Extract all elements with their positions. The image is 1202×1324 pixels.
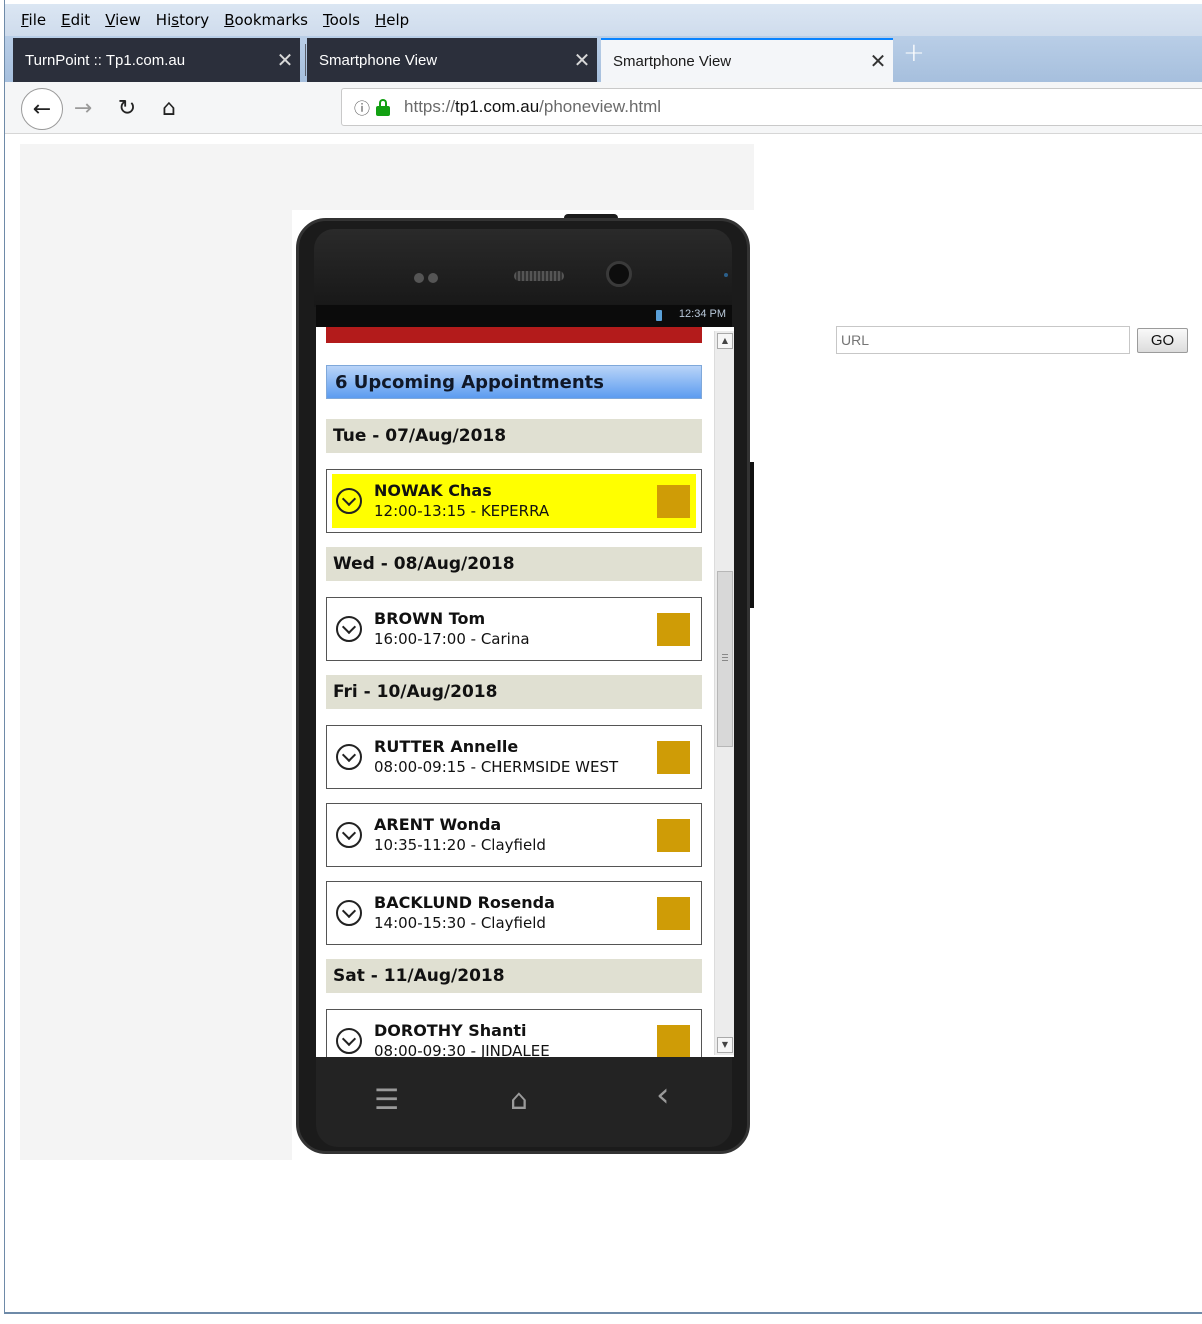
- back-icon[interactable]: ‹: [656, 1075, 670, 1115]
- go-button[interactable]: GO: [1137, 328, 1188, 353]
- tab-title: TurnPoint :: Tp1.com.au: [25, 51, 186, 69]
- navigation-bar: ← → ↻ ⌂ ⓘ https://tp1.com.au/phoneview.h…: [5, 82, 1202, 134]
- appointment-item[interactable]: BACKLUND Rosenda 14:00-15:30 - Clayfield: [326, 881, 702, 945]
- forward-button[interactable]: →: [65, 90, 101, 126]
- phone-nav-bar: ☰ ⌂ ‹: [316, 1057, 732, 1147]
- status-swatch: [657, 818, 690, 852]
- reload-button[interactable]: ↻: [109, 90, 145, 126]
- appointment-item[interactable]: BROWN Tom 16:00-17:00 - Carina: [326, 597, 702, 661]
- phone-screen: 6 Upcoming Appointments Tue - 07/Aug/201…: [316, 327, 734, 1057]
- scrollbar-thumb[interactable]: [717, 571, 733, 747]
- appointment-time: 16:00-17:00 - Carina: [374, 630, 530, 648]
- menu-help[interactable]: Help: [375, 11, 409, 29]
- appointment-item[interactable]: DOROTHY Shanti 08:00-09:30 - JINDALEE: [326, 1009, 702, 1057]
- scrollbar[interactable]: ▲ ▼: [714, 331, 734, 1055]
- menu-bookmarks[interactable]: Bookmarks: [224, 11, 308, 29]
- appointment-name: NOWAK Chas: [374, 481, 492, 500]
- lock-icon: [376, 99, 391, 116]
- status-swatch: [657, 612, 690, 646]
- day-header: Fri - 10/Aug/2018: [326, 675, 702, 709]
- chevron-down-icon[interactable]: [336, 1028, 362, 1054]
- appointment-item[interactable]: NOWAK Chas 12:00-13:15 - KEPERRA: [326, 469, 702, 533]
- day-header: Wed - 08/Aug/2018: [326, 547, 702, 581]
- appointment-item[interactable]: ARENT Wonda 10:35-11:20 - Clayfield: [326, 803, 702, 867]
- phone-status-bar: 12:34 PM: [316, 305, 732, 327]
- tab-title: Smartphone View: [613, 52, 732, 70]
- scroll-down-button[interactable]: ▼: [717, 1037, 733, 1053]
- appointment-item[interactable]: RUTTER Annelle 08:00-09:15 - CHERMSIDE W…: [326, 725, 702, 789]
- appointment-time: 12:00-13:15 - KEPERRA: [374, 502, 550, 520]
- appointment-name: BROWN Tom: [374, 609, 486, 628]
- info-icon[interactable]: ⓘ: [354, 95, 370, 119]
- appointment-time: 10:35-11:20 - Clayfield: [374, 836, 546, 854]
- appointment-time: 08:00-09:30 - JINDALEE: [374, 1042, 550, 1057]
- tab-separator: [305, 44, 306, 76]
- menu-icon[interactable]: ☰: [374, 1083, 399, 1116]
- phone-top-bezel: [314, 229, 732, 307]
- day-header: Tue - 07/Aug/2018: [326, 419, 702, 453]
- status-swatch: [657, 1024, 690, 1057]
- menu-history[interactable]: History: [156, 11, 209, 29]
- menu-edit[interactable]: Edit: [61, 11, 90, 29]
- chevron-down-icon[interactable]: [336, 822, 362, 848]
- tab-title: Smartphone View: [319, 51, 438, 69]
- new-tab-button[interactable]: +: [903, 38, 925, 68]
- smartphone: 12:34 PM 6 Upcoming Appointments Tue - 0…: [296, 218, 750, 1154]
- menu-view[interactable]: View: [105, 11, 141, 29]
- led-icon: [724, 273, 728, 277]
- status-swatch: [657, 484, 690, 518]
- tab-turnpoint[interactable]: TurnPoint :: Tp1.com.au ✕: [13, 38, 300, 82]
- chevron-down-icon[interactable]: [336, 900, 362, 926]
- speaker-grille: [514, 271, 564, 281]
- close-icon[interactable]: ✕: [567, 48, 597, 72]
- menu-bar: File Edit View History Bookmarks Tools H…: [5, 4, 1202, 36]
- appointment-name: BACKLUND Rosenda: [374, 893, 555, 912]
- back-button[interactable]: ←: [21, 88, 63, 130]
- appointment-time: 14:00-15:30 - Clayfield: [374, 914, 546, 932]
- sensor-icon: [428, 273, 438, 283]
- tab-strip: TurnPoint :: Tp1.com.au ✕ Smartphone Vie…: [5, 36, 1202, 82]
- address-bar[interactable]: ⓘ https://tp1.com.au/phoneview.html: [341, 88, 1202, 126]
- appointment-time: 08:00-09:15 - CHERMSIDE WEST: [374, 758, 619, 776]
- close-icon[interactable]: ✕: [270, 48, 300, 72]
- day-header: Sat - 11/Aug/2018: [326, 959, 702, 993]
- url-input[interactable]: [836, 326, 1130, 354]
- appointment-name: ARENT Wonda: [374, 815, 502, 834]
- red-banner: [326, 327, 702, 343]
- close-icon[interactable]: ✕: [863, 49, 893, 73]
- battery-icon: [656, 310, 662, 321]
- tab-smartphone-view-2[interactable]: Smartphone View ✕: [601, 38, 893, 82]
- url-text[interactable]: https://tp1.com.au/phoneview.html: [404, 97, 661, 117]
- home-icon[interactable]: ⌂: [510, 1083, 528, 1116]
- tab-smartphone-view-1[interactable]: Smartphone View ✕: [307, 38, 597, 82]
- chevron-down-icon[interactable]: [336, 488, 362, 514]
- scroll-up-button[interactable]: ▲: [717, 333, 733, 349]
- sensor-icon: [414, 273, 424, 283]
- appointments-header: 6 Upcoming Appointments: [326, 365, 702, 399]
- menu-file[interactable]: File: [21, 11, 46, 29]
- menu-tools[interactable]: Tools: [323, 11, 360, 29]
- home-button[interactable]: ⌂: [151, 90, 187, 126]
- status-swatch: [657, 896, 690, 930]
- camera-icon: [606, 261, 632, 287]
- chevron-down-icon[interactable]: [336, 744, 362, 770]
- appointment-name: RUTTER Annelle: [374, 737, 519, 756]
- status-swatch: [657, 740, 690, 774]
- status-time: 12:34 PM: [678, 308, 726, 320]
- chevron-down-icon[interactable]: [336, 616, 362, 642]
- appointment-name: DOROTHY Shanti: [374, 1021, 527, 1040]
